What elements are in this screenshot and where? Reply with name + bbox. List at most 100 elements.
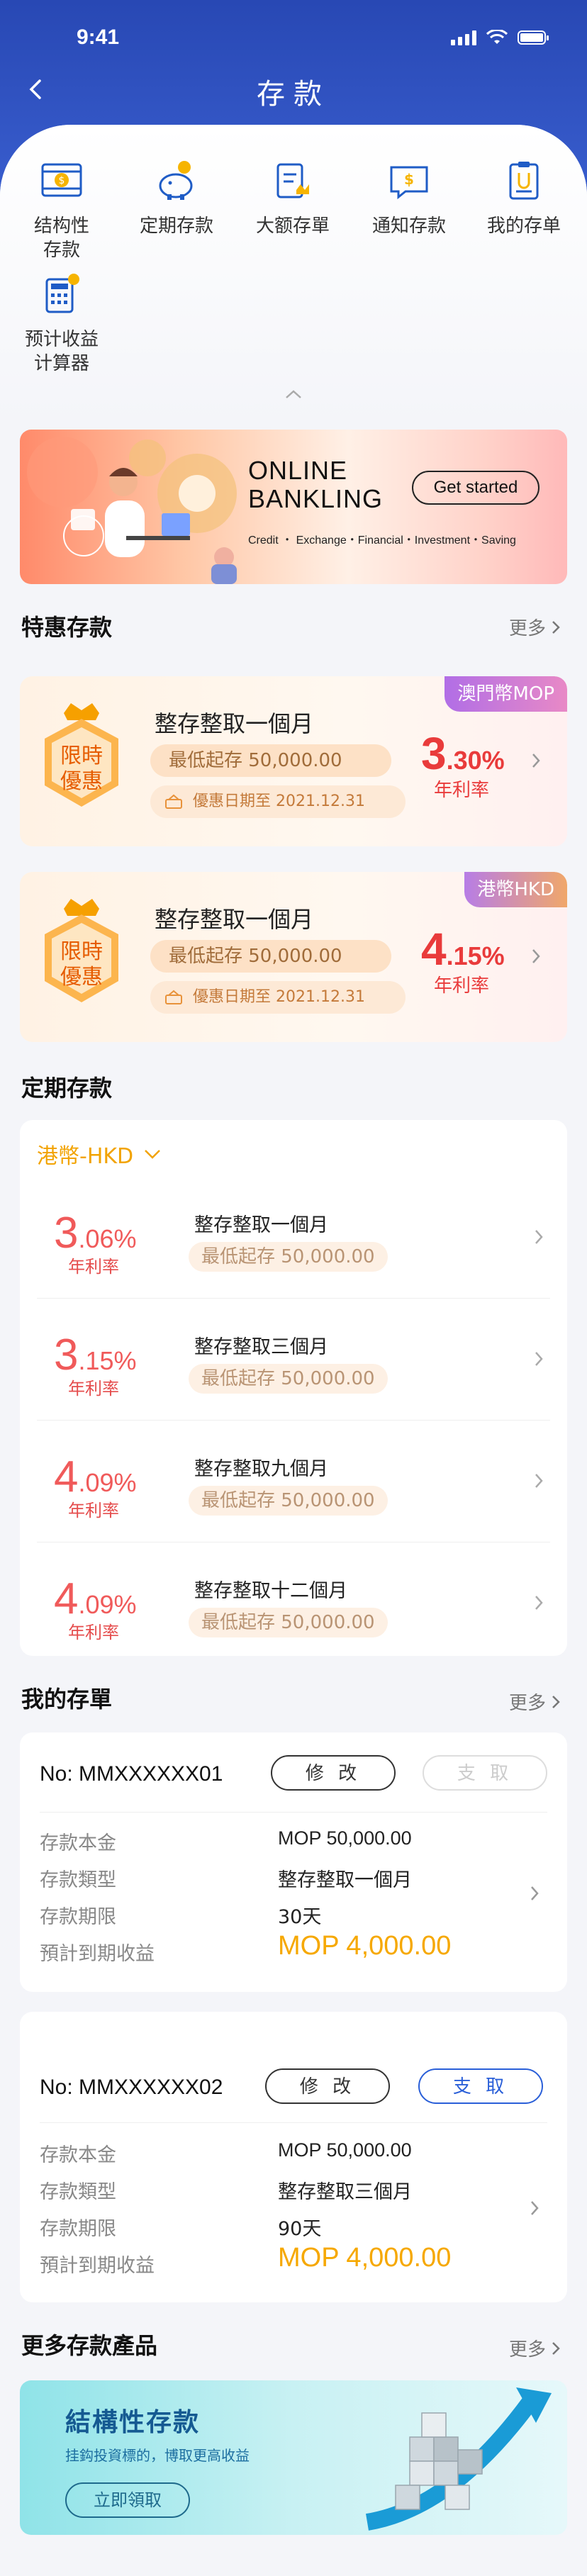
rate-label: 年利率 bbox=[68, 1379, 119, 1399]
expected-return-value: MOP 4,000.00 bbox=[278, 1931, 452, 1961]
rate-label: 年利率 bbox=[68, 1257, 119, 1277]
quick-large-certificate[interactable]: 大额存單 bbox=[240, 157, 346, 238]
fixed-rate-row[interactable]: 3.06% 年利率 整存整取一個月 最低起存 50,000.00 bbox=[37, 1177, 550, 1299]
promo-product-name: 整存整取一個月 bbox=[155, 906, 314, 933]
promo-card[interactable]: 港幣HKD 限時 優惠 整存整取一個月 最低起存 50,000.00 優惠日期至… bbox=[20, 872, 567, 1042]
quick-my-certificate-label: 我的存单 bbox=[486, 215, 561, 237]
page-title: 存款 bbox=[257, 78, 330, 111]
rate-decimal: .09% bbox=[78, 1590, 137, 1619]
more-products-title: 更多存款產品 bbox=[21, 2332, 158, 2359]
chevron-right-icon bbox=[531, 1886, 539, 1900]
term-label: 存款期限 bbox=[40, 1906, 116, 1928]
nav-bar: 存款 bbox=[0, 68, 587, 111]
structured-deposit-icon: $ bbox=[41, 163, 82, 197]
deposit-card[interactable]: No: MMXXXXXX01 修 改 支 取 存款本金 MOP 50,000.0… bbox=[20, 1732, 567, 1992]
divider bbox=[40, 2122, 547, 2123]
principal-value: MOP 50,000.00 bbox=[278, 1827, 412, 1849]
type-value: 整存整取三個月 bbox=[278, 2181, 412, 2203]
fixed-rate-row[interactable]: 3.15% 年利率 整存整取三個月 最低起存 50,000.00 bbox=[37, 1299, 550, 1421]
my-certificate-icon bbox=[509, 162, 539, 200]
svg-text:$: $ bbox=[404, 171, 414, 188]
quick-large-certificate-label: 大额存單 bbox=[255, 215, 330, 237]
principal-value: MOP 50,000.00 bbox=[278, 2139, 412, 2161]
chevron-right-icon bbox=[535, 1352, 543, 1366]
product-name: 整存整取一個月 bbox=[194, 1214, 328, 1236]
quick-my-certificate[interactable]: 我的存单 bbox=[471, 157, 577, 238]
rate-decimal: .09% bbox=[78, 1468, 137, 1497]
claim-now-button[interactable]: 立即領取 bbox=[65, 2482, 190, 2518]
deposit-card[interactable]: No: MMXXXXXX02 修 改 支 取 存款本金 MOP 50,000.0… bbox=[20, 2012, 567, 2302]
get-started-button[interactable]: Get started bbox=[412, 471, 540, 505]
principal-label: 存款本金 bbox=[40, 1832, 116, 1854]
fixed-rate-row[interactable]: 4.09% 年利率 整存整取十二個月 最低起存 50,000.00 bbox=[37, 1542, 550, 1664]
rate-integer: 4 bbox=[54, 1574, 79, 1623]
structured-deposit-title: 結構性存款 bbox=[65, 2408, 201, 2437]
calculator-icon bbox=[45, 274, 79, 313]
chevron-right-icon bbox=[552, 620, 560, 634]
edit-button[interactable]: 修 改 bbox=[265, 2068, 390, 2104]
currency-label: 港幣-HKD bbox=[37, 1144, 134, 1169]
term-value: 30天 bbox=[278, 1906, 322, 1928]
rate-decimal: .30% bbox=[446, 746, 505, 775]
structured-deposit-promo-card[interactable]: 結構性存款 挂鈎投資標的，博取更高收益 立即領取 bbox=[20, 2380, 567, 2535]
battery-icon bbox=[518, 30, 549, 45]
quick-structured-deposit[interactable]: $ 结构性 存款 bbox=[9, 157, 115, 262]
rate-integer: 3 bbox=[54, 1209, 79, 1258]
promo-more-link[interactable]: 更多 bbox=[509, 614, 561, 640]
rate-integer: 3 bbox=[54, 1331, 79, 1379]
notice-chat-icon: $ bbox=[390, 166, 428, 200]
product-name: 整存整取九個月 bbox=[194, 1458, 328, 1480]
min-amount: 最低起存 50,000.00 bbox=[189, 1364, 388, 1394]
my-deposit-section-title: 我的存單 bbox=[21, 1686, 113, 1713]
promo-card[interactable]: 澳門幣MOP 限時 優惠 整存整取一個月 最低起存 50,000.00 優惠日期… bbox=[20, 676, 567, 846]
withdraw-button[interactable]: 支 取 bbox=[418, 2068, 543, 2104]
quick-calculator[interactable]: 预计收益 计算器 bbox=[9, 271, 115, 376]
promo-date-text: 優惠日期至 2021.12.31 bbox=[193, 988, 365, 1006]
chevron-up-icon[interactable] bbox=[282, 387, 305, 401]
signal-icon bbox=[451, 30, 476, 45]
quick-structured-deposit-label: 结构性 存款 bbox=[33, 215, 89, 261]
currency-tag: 港幣HKD bbox=[464, 872, 567, 907]
promo-rate: 4.15% 年利率 bbox=[421, 923, 527, 997]
my-more-label: 更多 bbox=[508, 1693, 546, 1714]
online-banking-banner[interactable]: ONLINE BANKLING Get started Credit ・ Exch… bbox=[20, 430, 567, 584]
gift-icon bbox=[165, 794, 182, 809]
fixed-section-title: 定期存款 bbox=[21, 1075, 113, 1102]
promo-min-amount: 最低起存 50,000.00 bbox=[150, 940, 391, 973]
currency-selector[interactable]: 港幣-HKD bbox=[37, 1138, 162, 1170]
banner-title-line2: BANKLING bbox=[248, 484, 384, 513]
more-products-more-label: 更多 bbox=[508, 2339, 546, 2361]
quick-notice-deposit[interactable]: $ 通知存款 bbox=[356, 157, 462, 238]
svg-text:優惠: 優惠 bbox=[60, 769, 103, 794]
min-amount: 最低起存 50,000.00 bbox=[189, 1242, 388, 1272]
rate-label: 年利率 bbox=[434, 975, 490, 997]
my-deposit-more-link[interactable]: 更多 bbox=[509, 1689, 561, 1715]
promo-date: 優惠日期至 2021.12.31 bbox=[150, 981, 406, 1014]
quick-calculator-label: 预计收益 计算器 bbox=[24, 329, 99, 374]
chevron-right-icon bbox=[531, 2201, 539, 2215]
svg-text:優惠: 優惠 bbox=[60, 965, 103, 990]
more-products-link[interactable]: 更多 bbox=[509, 2335, 561, 2361]
rate-label: 年利率 bbox=[434, 780, 490, 801]
rate-label: 年利率 bbox=[68, 1623, 119, 1642]
chevron-right-icon bbox=[552, 2341, 560, 2355]
expected-return-value: MOP 4,000.00 bbox=[278, 2243, 452, 2273]
promo-date: 優惠日期至 2021.12.31 bbox=[150, 785, 406, 818]
edit-button[interactable]: 修 改 bbox=[271, 1755, 396, 1791]
type-label: 存款類型 bbox=[40, 1869, 116, 1891]
min-amount: 最低起存 50,000.00 bbox=[189, 1486, 388, 1516]
chevron-right-icon bbox=[535, 1474, 543, 1488]
piggy-bank-icon bbox=[159, 161, 193, 200]
svg-text:$: $ bbox=[59, 175, 65, 186]
divider bbox=[40, 1812, 547, 1813]
promo-date-text: 優惠日期至 2021.12.31 bbox=[193, 793, 365, 810]
quick-fixed-deposit-label: 定期存款 bbox=[139, 215, 213, 237]
deposit-number: No: MMXXXXXX02 bbox=[40, 2076, 223, 2099]
currency-tag: 澳門幣MOP bbox=[445, 676, 567, 712]
quick-fixed-deposit[interactable]: 定期存款 bbox=[123, 157, 230, 238]
rate-integer: 3 bbox=[421, 728, 447, 779]
expected-return-label: 預計到期收益 bbox=[40, 1943, 155, 1965]
min-amount: 最低起存 50,000.00 bbox=[189, 1608, 388, 1637]
expected-return-label: 預計到期收益 bbox=[40, 2255, 155, 2277]
fixed-rate-row[interactable]: 4.09% 年利率 整存整取九個月 最低起存 50,000.00 bbox=[37, 1421, 550, 1542]
